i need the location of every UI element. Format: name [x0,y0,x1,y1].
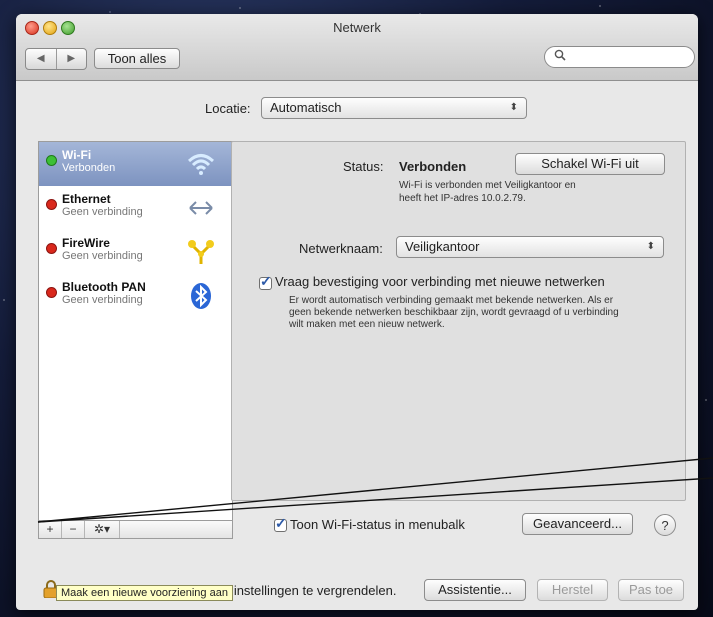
annotation-callout-lines [37,457,713,523]
